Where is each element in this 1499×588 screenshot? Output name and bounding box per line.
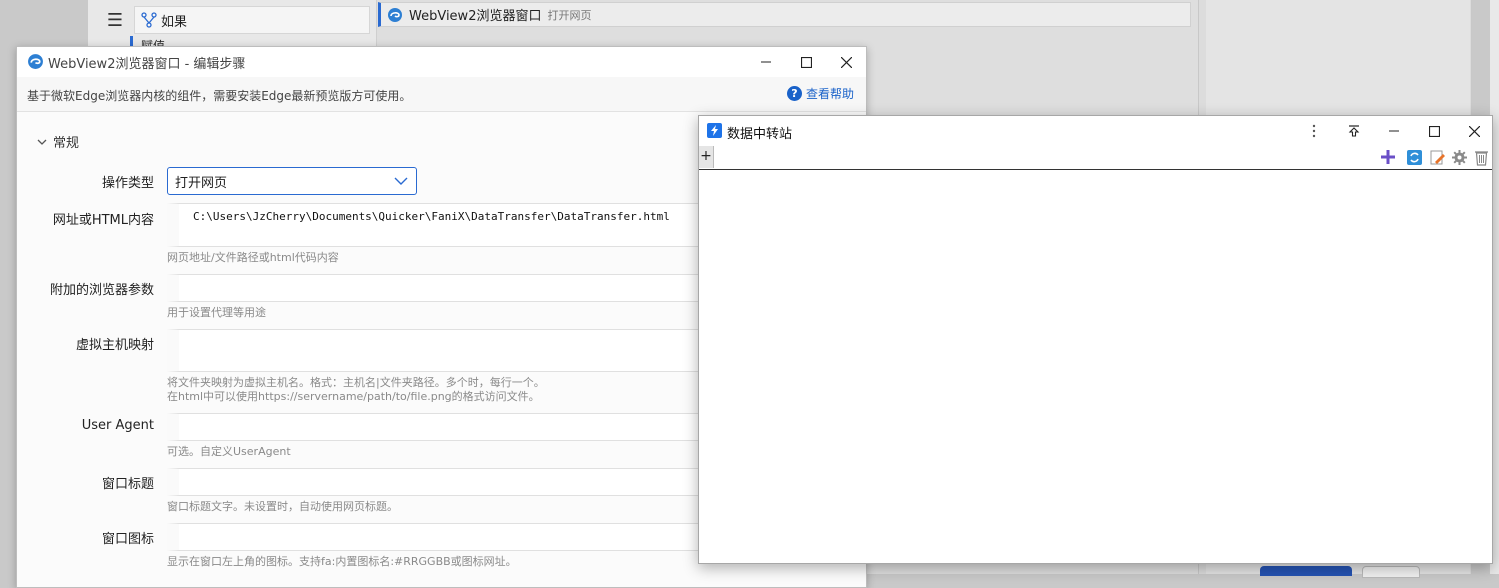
maximize-button[interactable] [786, 47, 826, 77]
window-icon-label: 窗口图标 [101, 532, 154, 547]
op-type-select[interactable]: 打开网页 [167, 167, 417, 195]
minimize-icon [1389, 130, 1399, 132]
close-button[interactable] [1454, 116, 1492, 146]
host-map-hint-2: 在html中可以使用https://servername/path/to/fil… [167, 390, 540, 403]
dialog-description-bar: 基于微软Edge浏览器内核的组件，需要安装Edge最新预览版方可使用。 ? 查看… [17, 77, 866, 112]
app-logo-icon [707, 123, 722, 138]
edit-icon [1430, 150, 1445, 164]
window-icon-hint: 显示在窗口左上角的图标。支持fa:内置图标名:#RRGGBB或图标网址。 [167, 555, 517, 568]
help-link-label: 查看帮助 [806, 87, 855, 101]
host-map-label: 虚拟主机映射 [75, 338, 154, 353]
dialog-description: 基于微软Edge浏览器内核的组件，需要安装Edge最新预览版方可使用。 [27, 89, 412, 103]
tree-item-label: 如果 [161, 14, 188, 30]
question-icon: ? [787, 86, 802, 101]
help-link[interactable]: ? 查看帮助 [787, 85, 854, 102]
browser-args-hint: 用于设置代理等用途 [167, 306, 266, 319]
primary-button-partial[interactable] [1260, 566, 1352, 576]
chevron-down-icon [37, 139, 47, 145]
section-header-general[interactable]: 常规 [37, 132, 79, 151]
window-title-hint: 窗口标题文字。未设置时，自动使用网页标题。 [167, 500, 398, 513]
window-title-label: 窗口标题 [101, 477, 154, 492]
maximize-icon [1428, 125, 1440, 137]
step-item-webview[interactable]: WebView2浏览器窗口 打开网页 [378, 2, 1191, 27]
minimize-button[interactable] [1374, 116, 1414, 146]
step-subtitle: 打开网页 [547, 8, 592, 22]
minimize-button[interactable] [746, 47, 786, 77]
edit-button[interactable] [1427, 147, 1447, 167]
transfer-content-area[interactable] [699, 170, 1492, 563]
trash-icon [1474, 150, 1488, 166]
maximize-icon [800, 56, 812, 68]
transfer-titlebar[interactable]: 数据中转站 [699, 116, 1492, 146]
branch-icon [141, 12, 157, 28]
dialog-titlebar[interactable]: WebView2浏览器窗口 - 编辑步骤 [17, 47, 866, 77]
user-agent-label: User Agent [81, 418, 154, 433]
maximize-button[interactable] [1414, 116, 1454, 146]
gear-icon [1451, 149, 1467, 165]
pin-top-icon [1348, 125, 1360, 137]
host-map-hint-1: 将文件夹映射为虚拟主机名。格式：主机名|文件夹路径。多个时，每行一个。 [167, 376, 545, 389]
dialog-title: WebView2浏览器窗口 - 编辑步骤 [48, 57, 246, 72]
more-vertical-icon [1312, 124, 1316, 138]
tree-item-if[interactable]: 如果 [134, 6, 370, 34]
more-button[interactable] [1294, 116, 1334, 146]
delete-button[interactable] [1471, 147, 1491, 167]
transfer-toolbar: + [699, 146, 1492, 170]
op-type-label: 操作类型 [101, 176, 154, 191]
transfer-title: 数据中转站 [727, 127, 793, 142]
close-button[interactable] [826, 47, 866, 77]
data-transfer-window: 数据中转站 + [698, 115, 1493, 564]
menu-icon[interactable]: ☰ [104, 10, 126, 32]
add-tab-button[interactable]: + [699, 146, 714, 168]
step-title: WebView2浏览器窗口 [409, 9, 542, 24]
refresh-button[interactable] [1404, 147, 1424, 167]
close-icon [1468, 125, 1480, 137]
section-label: 常规 [53, 136, 80, 151]
url-value: C:\Users\JzCherry\Documents\Quicker\Fani… [193, 210, 670, 223]
close-icon [840, 56, 852, 68]
edge-icon [388, 7, 402, 22]
plus-icon [1381, 150, 1395, 164]
url-hint: 网页地址/文件路径或html代码内容 [167, 251, 339, 264]
browser-args-label: 附加的浏览器参数 [49, 283, 154, 298]
add-item-button[interactable] [1378, 147, 1398, 167]
settings-button[interactable] [1449, 147, 1469, 167]
edge-icon [28, 54, 43, 69]
url-label: 网址或HTML内容 [52, 213, 154, 228]
secondary-button-partial[interactable] [1362, 566, 1420, 578]
minimize-icon [761, 61, 771, 63]
user-agent-hint: 可选。自定义UserAgent [167, 445, 291, 458]
refresh-icon [1406, 149, 1422, 165]
op-type-value: 打开网页 [175, 175, 228, 191]
chevron-down-icon [394, 177, 408, 185]
pin-top-button[interactable] [1334, 116, 1374, 146]
